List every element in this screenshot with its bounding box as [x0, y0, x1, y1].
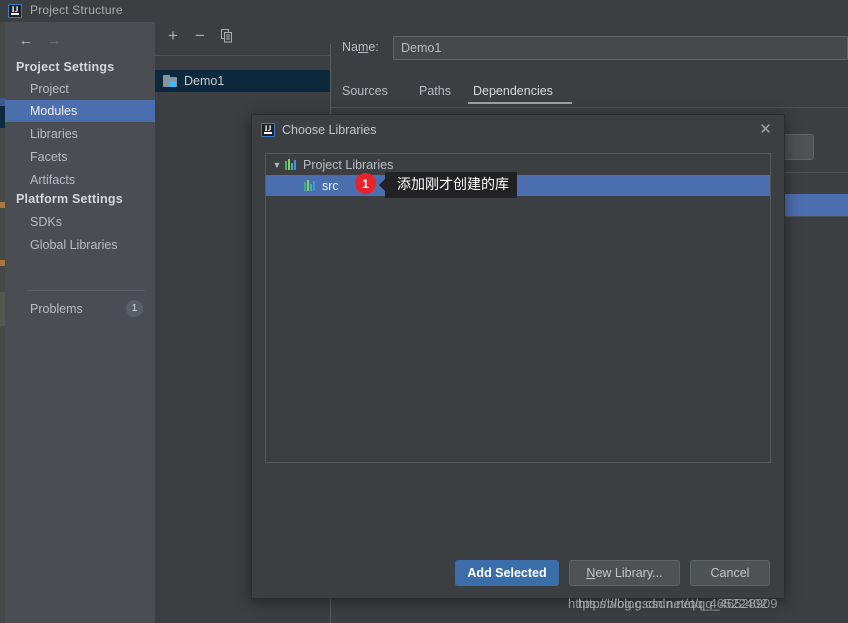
- window-title: Project Structure: [30, 3, 123, 17]
- module-detail-tabs: Sources Paths Dependencies: [331, 78, 848, 104]
- intellij-idea-icon: IJ: [261, 123, 275, 137]
- active-tab-underline: [468, 102, 572, 104]
- dialog-icon-bar: [264, 132, 272, 134]
- sidebar-item-label: Modules: [30, 104, 78, 118]
- add-module-button[interactable]: +: [163, 26, 183, 46]
- annotation-badge: 1: [355, 173, 376, 194]
- arrow-right-icon[interactable]: →: [43, 29, 65, 51]
- tree-item-label: Project Libraries: [303, 157, 394, 172]
- new-library-mnemonic: N: [586, 566, 596, 580]
- tabs-bottom-divider: [331, 107, 848, 108]
- libraries-tree-panel: ▼ Project Libraries src: [265, 153, 771, 463]
- tree-item-project-libraries[interactable]: ▼ Project Libraries: [266, 154, 770, 175]
- settings-sidebar: ← → Project Settings Project Modules Lib…: [5, 22, 155, 623]
- copy-icon[interactable]: [217, 26, 237, 46]
- tab-sources[interactable]: Sources: [342, 78, 388, 104]
- project-structure-window: IJ Project Structure ← → Project Setting…: [0, 0, 848, 623]
- window-title-bar: IJ Project Structure: [0, 0, 848, 22]
- name-label-mnemonic: m: [357, 40, 369, 54]
- new-library-label: ew Library...: [595, 566, 663, 580]
- dialog-button-bar: Add Selected New Library... Cancel: [252, 560, 784, 590]
- close-icon[interactable]: ✕: [757, 122, 774, 139]
- annotation-callout: 添加刚才创建的库: [379, 172, 517, 198]
- tab-dependencies[interactable]: Dependencies: [473, 78, 553, 104]
- name-field-label: Name:: [342, 40, 379, 54]
- module-name-input[interactable]: Demo1: [393, 36, 848, 60]
- module-list-item-demo1[interactable]: Demo1: [155, 70, 331, 92]
- tree-item-src[interactable]: src: [266, 175, 770, 196]
- modules-toolbar: + −: [155, 22, 331, 49]
- choose-libraries-dialog: IJ Choose Libraries ✕ ▼ Project Librarie…: [251, 114, 785, 599]
- intellij-icon-bar: [11, 13, 19, 15]
- sidebar-item-artifacts[interactable]: Artifacts: [5, 169, 155, 191]
- sidebar-item-project[interactable]: Project: [5, 78, 155, 100]
- sidebar-item-sdks[interactable]: SDKs: [5, 211, 155, 233]
- new-library-button[interactable]: New Library...: [569, 560, 680, 586]
- sidebar-item-label: Artifacts: [30, 173, 76, 187]
- sidebar-section-title-platform-settings: Platform Settings: [16, 192, 123, 206]
- tab-paths[interactable]: Paths: [419, 78, 451, 104]
- sidebar-item-global-libraries[interactable]: Global Libraries: [5, 234, 155, 256]
- module-name-row: Name: Demo1: [331, 36, 848, 60]
- name-label-suffix: e:: [368, 40, 379, 54]
- problems-count-badge: 1: [126, 300, 143, 317]
- dialog-title-bar: IJ Choose Libraries ✕: [252, 115, 784, 147]
- sidebar-item-libraries[interactable]: Libraries: [5, 123, 155, 145]
- intellij-idea-icon: IJ: [8, 4, 22, 18]
- modules-toolbar-divider: [155, 55, 331, 56]
- module-folder-icon: [163, 74, 178, 88]
- sidebar-item-modules[interactable]: Modules: [5, 100, 155, 122]
- sidebar-item-problems[interactable]: Problems 1: [5, 298, 155, 320]
- module-list-item-label: Demo1: [184, 74, 225, 88]
- sidebar-item-facets[interactable]: Facets: [5, 146, 155, 168]
- name-label-prefix: Na: [342, 40, 358, 54]
- tree-item-label: src: [322, 178, 339, 193]
- remove-module-button[interactable]: −: [190, 26, 210, 46]
- chevron-down-icon[interactable]: ▼: [269, 160, 285, 170]
- sidebar-item-label: Problems: [30, 302, 83, 316]
- sidebar-divider: [27, 290, 145, 291]
- cancel-button[interactable]: Cancel: [690, 560, 770, 586]
- sidebar-item-label: Libraries: [30, 127, 78, 141]
- sidebar-item-label: Facets: [30, 150, 68, 164]
- sidebar-section-title-project-settings: Project Settings: [16, 60, 115, 74]
- arrow-left-icon[interactable]: ←: [15, 29, 37, 51]
- dialog-title: Choose Libraries: [282, 123, 377, 137]
- sidebar-item-label: Project: [30, 82, 69, 96]
- sidebar-item-label: SDKs: [30, 215, 62, 229]
- sidebar-item-label: Global Libraries: [30, 238, 118, 252]
- add-selected-button[interactable]: Add Selected: [455, 560, 559, 586]
- library-icon: [285, 159, 298, 170]
- library-icon: [304, 180, 317, 191]
- sidebar-nav-arrows: ← →: [10, 27, 150, 53]
